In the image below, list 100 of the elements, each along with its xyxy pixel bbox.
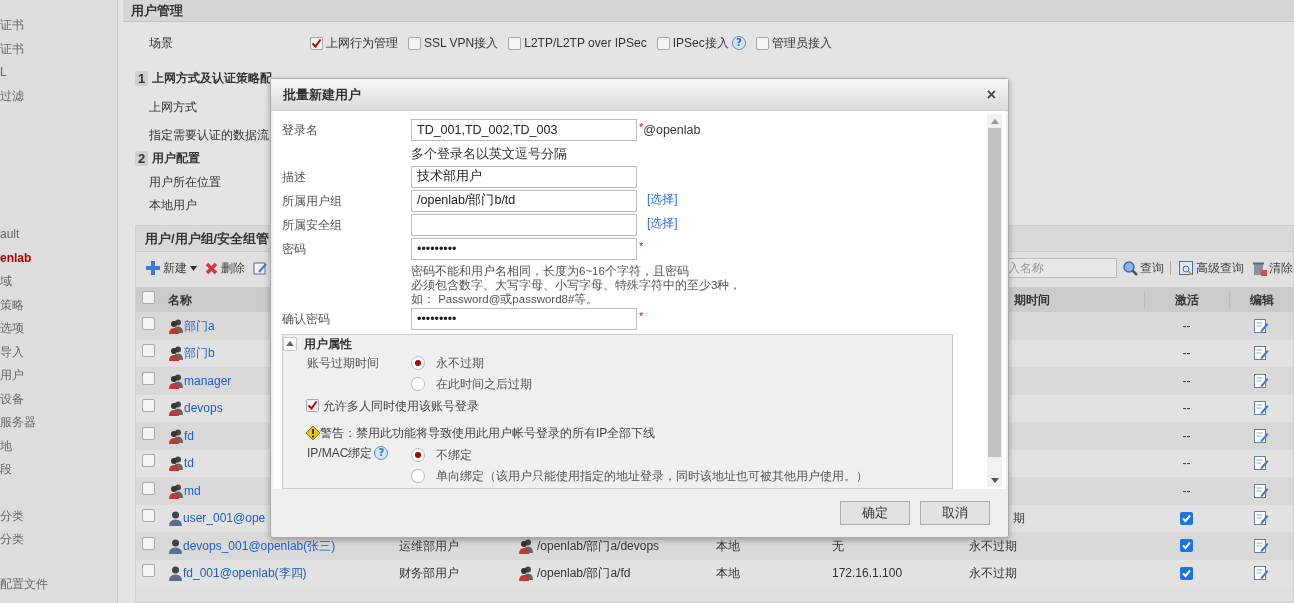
delete-icon (205, 261, 218, 275)
help-icon[interactable]: ? (374, 445, 389, 460)
text-field[interactable]: TD_001,TD_002,TD_003 (411, 119, 637, 141)
sidebar-item[interactable]: 选项 (0, 317, 117, 341)
dialog-button[interactable]: 取消 (920, 501, 990, 525)
toolbar-button[interactable]: 删除 (205, 259, 245, 277)
checkbox[interactable] (408, 36, 421, 50)
checkbox[interactable] (755, 36, 769, 50)
user-group-icon (168, 345, 184, 362)
edit-icon[interactable] (1253, 565, 1269, 582)
sidebar-item[interactable]: 分类 (0, 528, 117, 552)
name-link[interactable]: md (184, 481, 201, 500)
user-group-icon (518, 565, 534, 582)
checkbox[interactable] (142, 399, 155, 413)
text-field[interactable]: /openlab/部门b/td (411, 189, 637, 212)
radio-button[interactable] (411, 447, 425, 462)
step-number: 2 (135, 150, 149, 166)
text-field[interactable]: ••••••••• (411, 307, 637, 330)
name-link[interactable]: td (184, 454, 194, 473)
checkbox[interactable] (142, 454, 155, 468)
toolbar-button[interactable] (253, 260, 268, 276)
checkbox[interactable] (1180, 566, 1193, 580)
name-link[interactable]: fd_001@openlab(李四) (183, 564, 307, 583)
scroll-up-icon[interactable] (990, 118, 999, 124)
edit-icon[interactable] (1253, 372, 1269, 389)
checkbox[interactable] (142, 426, 155, 440)
text-field[interactable] (411, 213, 637, 236)
scrollbar[interactable] (987, 114, 1002, 487)
edit-icon[interactable] (1253, 400, 1269, 417)
edit-icon[interactable] (1253, 510, 1269, 527)
toolbar-button[interactable]: 新建 (146, 259, 197, 277)
column-header: 激活 (1144, 290, 1229, 309)
field-label: 登录名 (282, 122, 319, 139)
radio-button[interactable] (411, 355, 425, 370)
table-cell-text: -- (1182, 455, 1191, 473)
name-link[interactable]: devops_001@openlab(张三) (183, 536, 336, 555)
column-header: 编辑 (1229, 290, 1293, 309)
collapse-button[interactable] (283, 336, 297, 351)
checkbox[interactable] (142, 481, 155, 495)
name-link[interactable]: manager (184, 371, 232, 390)
toolbar-button[interactable]: 清除 (1252, 259, 1293, 277)
domain-suffix: @openlab (643, 122, 701, 139)
dialog-button[interactable]: 确定 (840, 501, 910, 525)
checkbox[interactable] (142, 564, 155, 578)
name-link[interactable]: 部门a (184, 316, 215, 335)
edit-icon[interactable] (1253, 427, 1269, 444)
checkbox[interactable] (142, 316, 155, 330)
name-link[interactable]: devops (184, 399, 223, 418)
sidebar-item[interactable]: 过滤 (0, 84, 117, 108)
toolbar-button[interactable]: 高级查询 (1179, 259, 1244, 277)
radio-button[interactable] (411, 376, 425, 391)
edit-icon[interactable] (1253, 317, 1269, 334)
checkbox[interactable] (142, 509, 155, 523)
edit-icon[interactable] (1253, 482, 1269, 499)
sidebar-item[interactable]: 设备 (0, 387, 117, 411)
checkbox[interactable] (306, 399, 319, 413)
field-label: 所属安全组 (282, 216, 343, 234)
checkbox[interactable] (142, 371, 155, 385)
checkbox[interactable] (142, 344, 155, 358)
sidebar-item[interactable]: 地 (0, 434, 117, 458)
checkbox[interactable] (508, 36, 522, 50)
select-link[interactable]: [选择] (647, 189, 678, 208)
sidebar-item[interactable]: 用户 (0, 364, 117, 388)
option-label: 不绑定 (436, 446, 472, 464)
sidebar-item[interactable]: 服务器 (0, 411, 117, 435)
checkbox[interactable] (142, 536, 155, 550)
radio-button[interactable] (411, 468, 425, 483)
select-link[interactable]: [选择] (647, 213, 678, 232)
field-label: 上网方式 (149, 99, 197, 115)
user-group-icon (168, 427, 184, 444)
sidebar-item[interactable]: 段 (0, 458, 117, 482)
text-field[interactable]: 技术部用户 (411, 165, 637, 188)
name-link[interactable]: user_001@ope (183, 509, 266, 528)
sidebar-item[interactable]: 证书 (0, 37, 117, 61)
close-button[interactable]: × (986, 86, 996, 103)
sidebar-item[interactable]: 分类 (0, 504, 117, 528)
name-link[interactable]: fd (184, 426, 194, 445)
field-label: 指定需要认证的数据流 (149, 127, 269, 143)
edit-icon[interactable] (1253, 345, 1269, 362)
name-link[interactable]: 部门b (184, 344, 215, 363)
text-field[interactable]: ••••••••• (411, 237, 637, 260)
checkbox[interactable] (1180, 539, 1193, 553)
table-cell-text: -- (1182, 345, 1191, 363)
checkbox[interactable] (1180, 511, 1193, 525)
checkbox[interactable] (656, 36, 670, 50)
sidebar-item[interactable]: 配置文件 (0, 572, 117, 596)
checkbox[interactable] (310, 36, 323, 50)
sidebar-item[interactable]: 证书 (0, 14, 117, 38)
sidebar-item[interactable]: 域 (0, 270, 117, 294)
sidebar-item[interactable]: 策略 (0, 293, 117, 317)
sidebar-item[interactable]: enlab (0, 246, 117, 270)
sidebar-item[interactable]: ault (0, 223, 117, 247)
checkbox[interactable] (142, 290, 155, 304)
help-icon[interactable]: ? (731, 36, 746, 50)
table-cell-text: 172.16.1.100 (832, 565, 904, 583)
sidebar-item[interactable]: 导入 (0, 340, 117, 364)
sidebar-item[interactable]: L (0, 61, 117, 85)
edit-icon[interactable] (1253, 455, 1269, 472)
edit-icon[interactable] (1253, 537, 1269, 554)
toolbar-button[interactable]: 查询 (1123, 259, 1164, 277)
